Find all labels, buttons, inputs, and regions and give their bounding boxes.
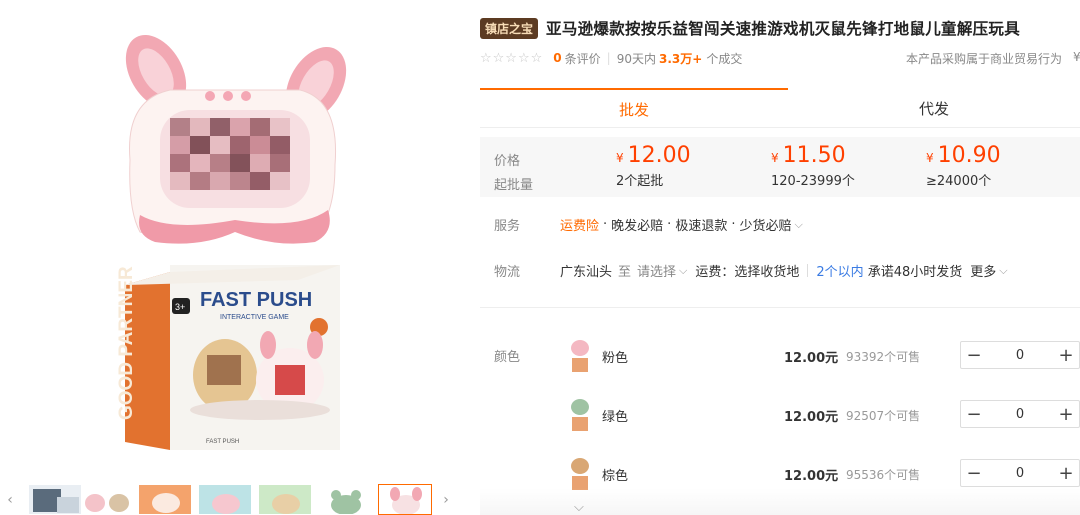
sku-name: 绿色 — [602, 410, 629, 425]
sku-name: 棕色 — [602, 469, 629, 484]
quantity-stepper: − 0 + — [960, 459, 1080, 487]
sku-row: 绿色 12.00元 92507个可售 − 0 + — [560, 395, 1080, 441]
tab-dropship[interactable]: 代发 — [788, 88, 1080, 128]
currency-symbol: ¥ — [771, 151, 779, 165]
currency-symbol: ¥ — [926, 151, 934, 165]
sku-name: 粉色 — [602, 351, 629, 366]
minus-button[interactable]: − — [961, 401, 987, 427]
sold-label: 个成交 — [706, 51, 743, 66]
quantity-input[interactable]: 0 — [987, 348, 1053, 363]
quantity-stepper: − 0 + — [960, 400, 1080, 428]
ship-origin: 广东汕头 — [560, 265, 613, 280]
sku-list-fade — [480, 488, 1080, 515]
service-item: 少货必赔 — [739, 219, 792, 234]
thumbnail-5[interactable] — [258, 484, 312, 515]
star-rating-icon: ☆☆☆☆☆ — [480, 50, 544, 66]
chevron-down-icon[interactable]: ⌵ — [999, 264, 1007, 278]
tier-price: 11.50 — [782, 143, 846, 168]
sku-stock: 95536个可售 — [846, 468, 921, 482]
review-count[interactable]: 0 — [553, 51, 561, 65]
sku-price: 12.00元 — [784, 351, 839, 366]
section-divider — [480, 307, 1080, 325]
chevron-down-icon[interactable]: ⌵ — [794, 218, 802, 232]
sold-count: 3.3万+ — [658, 51, 703, 66]
box-brand-text: FAST PUSH — [200, 289, 312, 311]
plus-button[interactable]: + — [1053, 342, 1079, 368]
price-tier-1: ¥12.00 2个起批 — [616, 143, 691, 189]
freight-text[interactable]: 运费：选择收货地 — [695, 261, 799, 280]
sku-thumbnail[interactable] — [566, 336, 594, 374]
ship-to-label: 至 — [618, 265, 632, 280]
thumbnail-7[interactable] — [378, 484, 432, 515]
minus-button[interactable]: − — [961, 342, 987, 368]
color-label: 颜色 — [494, 350, 521, 365]
minus-button[interactable]: − — [961, 460, 987, 486]
product-box-illustration: GOOD PARTNER FAST PUSH INTERACTIVE GAME … — [116, 265, 340, 450]
service-label: 服务 — [494, 219, 521, 234]
commerce-note: 本产品采购属于商业贸易行为 — [906, 52, 1063, 66]
title-row: 镇店之宝 亚马逊爆款按按乐益智闯关速推游戏机灭鼠先锋打地鼠儿童解压玩具 — [480, 17, 1020, 39]
tier-range: ≥24000个 — [926, 174, 992, 189]
tab-wholesale[interactable]: 批发 — [480, 88, 788, 128]
price-tier-3: ¥10.90 ≥24000个 — [926, 143, 1001, 189]
tier-price: 12.00 — [627, 143, 691, 168]
thumbnail-4[interactable] — [198, 484, 252, 515]
sku-price: 12.00元 — [784, 410, 839, 425]
sku-stock: 92507个可售 — [846, 409, 921, 423]
sku-thumbnail[interactable] — [566, 395, 594, 433]
quantity-input[interactable]: 0 — [987, 407, 1053, 422]
sku-thumbnail[interactable] — [566, 454, 594, 492]
thumbnail-next-icon[interactable]: › — [438, 484, 454, 515]
ship-time: 2个以内 — [816, 265, 864, 280]
product-main-image[interactable]: GOOD PARTNER FAST PUSH INTERACTIVE GAME … — [100, 10, 370, 455]
thumbnail-1[interactable] — [28, 484, 82, 515]
tier-range: 120-23999个 — [771, 174, 855, 189]
toy-console-illustration — [125, 35, 347, 244]
service-item: 晚发必赔 — [611, 219, 664, 234]
purchase-mode-tabs: 批发 代发 — [480, 88, 1080, 128]
moq-label: 起批量 — [494, 178, 534, 193]
chevron-down-icon[interactable]: ⌵ — [679, 264, 687, 278]
box-age-text: 3+ — [175, 302, 185, 312]
review-label[interactable]: 条评价 — [565, 50, 601, 67]
thumbnail-strip: ‹ › — [0, 484, 470, 515]
shipping-insurance[interactable]: 运费险 — [560, 215, 599, 234]
thumbnail-6[interactable] — [318, 484, 372, 515]
tier-price: 10.90 — [937, 143, 1001, 168]
destination-select[interactable]: 请选择 — [637, 261, 676, 280]
expand-chevron-icon[interactable]: ⌵ — [574, 500, 584, 515]
quantity-input[interactable]: 0 — [987, 466, 1053, 481]
service-item: 极速退款 — [675, 219, 728, 234]
shop-treasure-badge: 镇店之宝 — [480, 17, 539, 39]
logistics-info: 广东汕头 至 请选择 ⌵ 运费：选择收货地 2个以内 承诺48小时发货 更多 ⌵ — [560, 261, 1008, 281]
logistics-more-link[interactable]: 更多 — [970, 261, 996, 280]
sku-price: 12.00元 — [784, 469, 839, 484]
sku-stock: 93392个可售 — [846, 350, 921, 364]
plus-button[interactable]: + — [1053, 460, 1079, 486]
tier-range: 2个起批 — [616, 174, 664, 189]
product-gallery: GOOD PARTNER FAST PUSH INTERACTIVE GAME … — [0, 0, 470, 515]
box-side-text: GOOD PARTNER — [116, 266, 137, 420]
ship-promise: 承诺48小时发货 — [867, 265, 963, 280]
sold-period: 90天内 — [616, 51, 656, 66]
price-box: 价格 起批量 ¥12.00 2个起批 ¥11.50 120-23999个 ¥10… — [480, 137, 1080, 197]
box-sub-text: INTERACTIVE GAME — [220, 314, 289, 321]
currency-symbol: ¥ — [616, 151, 624, 165]
product-info-panel: 镇店之宝 亚马逊爆款按按乐益智闯关速推游戏机灭鼠先锋打地鼠儿童解压玩具 ☆☆☆☆… — [480, 0, 1080, 515]
logistics-label: 物流 — [494, 265, 521, 280]
thumbnail-3[interactable] — [138, 484, 192, 515]
service-list[interactable]: 运费险 · 晚发必赔 · 极速退款 · 少货必赔 ⌵ — [560, 215, 803, 234]
plus-button[interactable]: + — [1053, 401, 1079, 427]
sku-row: 粉色 12.00元 93392个可售 − 0 + — [560, 336, 1080, 382]
product-title: 亚马逊爆款按按乐益智闯关速推游戏机灭鼠先锋打地鼠儿童解压玩具 — [546, 19, 1021, 38]
quantity-stepper: − 0 + — [960, 341, 1080, 369]
price-label: 价格 — [494, 154, 521, 169]
box-footer-text: FAST PUSH — [206, 439, 239, 445]
thumbnail-2[interactable] — [80, 484, 134, 515]
rating-row: ☆☆☆☆☆ 0 条评价 | 90天内 3.3万+ 个成交 本产品采购属于商业贸易… — [480, 50, 1080, 66]
thumbnail-prev-icon[interactable]: ‹ — [2, 484, 18, 515]
commerce-note-cut: ¥ — [1073, 50, 1080, 64]
price-tier-2: ¥11.50 120-23999个 — [771, 143, 855, 189]
